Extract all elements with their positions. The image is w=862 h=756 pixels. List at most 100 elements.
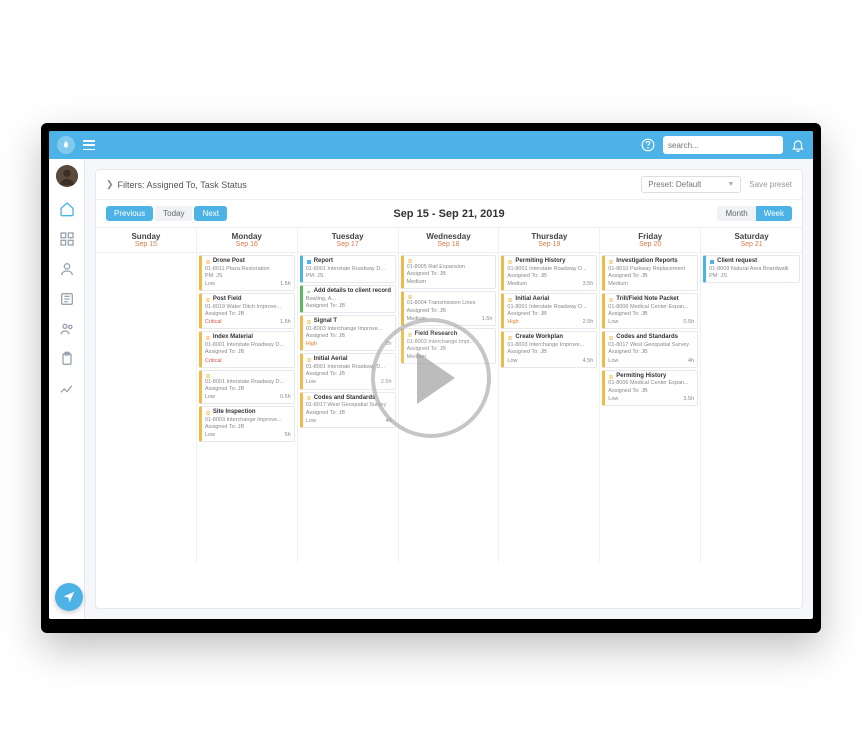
task-project: 01-8010 Parkway Replacement <box>608 266 694 273</box>
task-card[interactable]: Post Field01-8019 Water Ditch Improve...… <box>199 293 295 329</box>
task-hours: 3.5h <box>683 396 694 403</box>
clipboard-icon[interactable] <box>59 351 75 367</box>
calendar-toolbar: Previous Today Next Sep 15 - Sep 21, 201… <box>96 200 802 227</box>
task-project: 01-8001 Interstate Roadway D... <box>205 342 291 349</box>
task-project: Bowling, A... <box>306 296 392 303</box>
user-icon[interactable] <box>59 261 75 277</box>
task-card[interactable]: Trill/Field Note Packet01-8006 Medical C… <box>602 293 698 329</box>
task-project: 01-8009 Natural Area Boardwalk <box>709 266 796 273</box>
calendar-day-header: SaturdaySep 21 <box>701 228 802 252</box>
next-button[interactable]: Next <box>194 206 226 221</box>
search-box[interactable] <box>663 136 783 154</box>
task-assigned: PM: JS <box>205 273 291 280</box>
day-date: Sep 16 <box>197 241 297 248</box>
users-icon[interactable] <box>59 321 75 337</box>
week-view-button[interactable]: Week <box>756 206 792 221</box>
task-priority: High <box>507 319 518 326</box>
calendar-column: Drone Post01-8011 Plaza RestorationPM: J… <box>197 253 298 562</box>
day-name: Thursday <box>499 232 599 241</box>
task-project: 01-8001 Interstate Roadway D... <box>507 266 593 273</box>
task-project: 01-8004 Transmission Lines <box>407 300 493 307</box>
task-priority: Low <box>306 379 316 386</box>
day-name: Sunday <box>96 232 196 241</box>
task-assigned: Assigned To: JB <box>507 311 593 318</box>
task-card[interactable]: Add details to client recordBowling, A..… <box>300 285 396 313</box>
month-view-button[interactable]: Month <box>717 206 755 221</box>
day-name: Saturday <box>701 232 802 241</box>
task-priority: Critical <box>205 319 222 326</box>
task-card[interactable]: Permiting History01-8001 Interstate Road… <box>501 255 597 291</box>
task-title: Investigation Reports <box>608 258 694 266</box>
task-card[interactable]: Codes and Standards01-8017 West Geospati… <box>602 331 698 367</box>
task-card[interactable]: Create Workplan01-8003 Interchange Impro… <box>501 331 597 367</box>
help-icon[interactable] <box>641 138 655 152</box>
task-assigned: Assigned To: JB <box>608 388 694 395</box>
preset-select[interactable]: Preset: Default ▼ <box>641 176 741 193</box>
calendar-day-header: FridaySep 20 <box>600 228 701 252</box>
calendar-column: Permiting History01-8001 Interstate Road… <box>499 253 600 562</box>
menu-icon[interactable] <box>83 140 95 150</box>
save-preset-link[interactable]: Save preset <box>749 180 792 189</box>
task-card[interactable]: Drone Post01-8011 Plaza RestorationPM: J… <box>199 255 295 291</box>
task-assigned: Assigned To: JB <box>407 271 493 278</box>
task-priority: Low <box>608 358 618 365</box>
calendar-day-header: WednesdaySep 18 <box>399 228 500 252</box>
task-project: 01-8001 Interstate Roadway D... <box>306 266 392 273</box>
task-card[interactable]: Client request01-8009 Natural Area Board… <box>703 255 800 283</box>
task-card[interactable]: Index Material01-8001 Interstate Roadway… <box>199 331 295 367</box>
search-input[interactable] <box>668 141 778 150</box>
task-card[interactable]: Site Inspection01-8003 Interchange Impro… <box>199 406 295 442</box>
task-project: 01-8006 Medical Center Expan... <box>608 380 694 387</box>
task-project: 01-8003 Interchange Improve... <box>507 342 593 349</box>
task-title: Codes and Standards <box>608 334 694 342</box>
bell-icon[interactable] <box>791 138 805 152</box>
day-date: Sep 19 <box>499 241 599 248</box>
task-assigned: Assigned To: JB <box>608 349 694 356</box>
task-assigned: Assigned To: JB <box>205 386 291 393</box>
preset-label: Preset: Default <box>648 180 701 189</box>
home-icon[interactable] <box>59 201 75 217</box>
task-hours: 5h <box>285 432 291 439</box>
task-card[interactable]: Report01-8001 Interstate Roadway D...PM:… <box>300 255 396 283</box>
task-assigned: Assigned To: JB <box>306 410 392 417</box>
task-project: 01-8019 Water Ditch Improve... <box>205 304 291 311</box>
task-priority: Low <box>608 396 618 403</box>
task-project: 01-8005 Rail Expansion <box>407 264 493 271</box>
task-card[interactable]: Permiting History01-8006 Medical Center … <box>602 370 698 406</box>
task-assigned: Assigned To: JB <box>306 333 392 340</box>
task-priority: Low <box>306 418 316 425</box>
task-card[interactable]: Investigation Reports01-8010 Parkway Rep… <box>602 255 698 291</box>
location-arrow-icon <box>62 590 76 604</box>
avatar[interactable] <box>56 165 78 187</box>
task-priority: Low <box>608 319 618 326</box>
task-card[interactable]: 01-8001 Interstate Roadway D...Assigned … <box>199 370 295 404</box>
task-priority: Medium <box>507 281 527 288</box>
task-priority: Low <box>507 358 517 365</box>
calendar-column <box>96 253 197 562</box>
calendar-column: Client request01-8009 Natural Area Board… <box>701 253 802 562</box>
task-title: Create Workplan <box>507 334 593 342</box>
task-title: Permiting History <box>507 258 593 266</box>
task-project: 01-8003 Interchange Improve... <box>306 326 392 333</box>
task-hours: 4.5h <box>583 358 594 365</box>
book-icon[interactable] <box>59 291 75 307</box>
sidebar <box>49 159 85 619</box>
previous-button[interactable]: Previous <box>106 206 153 221</box>
filter-bar[interactable]: ❯ Filters: Assigned To, Task Status Pres… <box>96 170 802 200</box>
play-button[interactable] <box>371 318 491 438</box>
video-frame: ❯ Filters: Assigned To, Task Status Pres… <box>41 123 821 633</box>
task-card[interactable]: 01-8005 Rail ExpansionAssigned To: JBMed… <box>401 255 497 289</box>
chevron-down-icon: ▼ <box>727 181 734 188</box>
location-fab[interactable] <box>55 583 83 611</box>
task-project: 01-8017 West Geospatial Survey <box>608 342 694 349</box>
grid-icon[interactable] <box>59 231 75 247</box>
task-assigned: Assigned To: JB <box>507 349 593 356</box>
topbar <box>49 131 813 159</box>
chart-icon[interactable] <box>59 381 75 397</box>
task-priority: Low <box>205 281 215 288</box>
today-button[interactable]: Today <box>155 206 192 221</box>
date-range-title: Sep 15 - Sep 21, 2019 <box>393 208 504 220</box>
task-card[interactable]: Initial Aerial01-8001 Interstate Roadway… <box>501 293 597 329</box>
day-name: Wednesday <box>399 232 499 241</box>
task-assigned: Assigned To: JB <box>205 424 291 431</box>
